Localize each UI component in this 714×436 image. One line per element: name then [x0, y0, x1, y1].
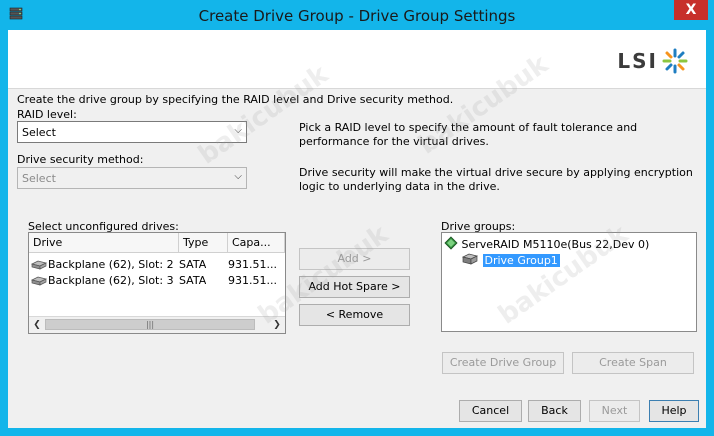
chevron-down-icon: ⌵: [234, 171, 242, 182]
raid-level-value: Select: [22, 126, 56, 139]
drive-type: SATA: [179, 274, 207, 287]
column-header-capacity[interactable]: Capa...: [228, 233, 285, 253]
controller-label: ServeRAID M5110e(Bus 22,Dev 0): [461, 238, 650, 251]
close-button[interactable]: X: [674, 0, 708, 20]
controller-node[interactable]: ServeRAID M5110e(Bus 22,Dev 0): [444, 236, 649, 251]
next-button[interactable]: Next: [589, 400, 640, 422]
column-header-drive[interactable]: Drive: [29, 233, 179, 253]
title-bar[interactable]: Create Drive Group - Drive Group Setting…: [0, 0, 714, 30]
add-hot-spare-button[interactable]: Add Hot Spare >: [299, 276, 410, 298]
raid-level-help: Pick a RAID level to specify the amount …: [299, 121, 638, 148]
controller-icon: [444, 236, 458, 250]
raid-level-label: RAID level:: [17, 108, 77, 121]
drive-capacity: 931.51...: [228, 274, 277, 287]
raid-level-select[interactable]: Select ⌵: [17, 121, 247, 143]
drive-icon: [31, 260, 47, 270]
add-button[interactable]: Add >: [299, 248, 410, 270]
horizontal-scrollbar[interactable]: ❮ ||| ❯: [29, 316, 285, 333]
drive-icon: [31, 276, 47, 286]
chevron-down-icon: ⌵: [234, 125, 242, 136]
drive-type: SATA: [179, 258, 207, 271]
header-banner: LSI: [8, 30, 706, 89]
drive-name: Backplane (62), Slot: 2: [48, 258, 174, 271]
drive-group-label: Drive Group1: [482, 254, 560, 267]
table-row[interactable]: Backplane (62), Slot: 3 SATA 931.51...: [29, 273, 285, 289]
drive-groups-tree[interactable]: ServeRAID M5110e(Bus 22,Dev 0) Drive Gro…: [441, 232, 697, 332]
window-title: Create Drive Group - Drive Group Setting…: [198, 7, 516, 25]
back-button[interactable]: Back: [528, 400, 581, 422]
drive-capacity: 931.51...: [228, 258, 277, 271]
help-button[interactable]: Help: [649, 400, 699, 422]
security-method-label: Drive security method:: [17, 153, 144, 166]
intro-text: Create the drive group by specifying the…: [17, 93, 454, 106]
dialog-window: Create Drive Group - Drive Group Setting…: [0, 0, 714, 436]
column-header-type[interactable]: Type: [179, 233, 228, 253]
lsi-logo: LSI: [617, 48, 688, 74]
remove-button[interactable]: < Remove: [299, 304, 410, 326]
create-span-button[interactable]: Create Span: [572, 352, 694, 374]
lsi-starburst-icon: [662, 48, 688, 74]
drive-name: Backplane (62), Slot: 3: [48, 274, 174, 287]
dialog-body: LSI Create the drive group by specifying…: [8, 30, 706, 428]
security-method-help: Drive security will make the virtual dri…: [299, 166, 693, 193]
scroll-right-icon[interactable]: ❯: [270, 318, 284, 332]
cancel-button[interactable]: Cancel: [459, 400, 522, 422]
drive-group-node[interactable]: Drive Group1: [461, 252, 560, 267]
security-method-select[interactable]: Select ⌵: [17, 167, 247, 189]
create-drive-group-button[interactable]: Create Drive Group: [442, 352, 564, 374]
drive-group-icon: [461, 253, 479, 265]
security-method-value: Select: [22, 172, 56, 185]
unconfigured-drives-list[interactable]: Drive Type Capa... Backplane (62), Slot:…: [28, 232, 286, 334]
scroll-thumb[interactable]: |||: [45, 319, 255, 330]
scroll-left-icon[interactable]: ❮: [30, 318, 44, 332]
table-row[interactable]: Backplane (62), Slot: 2 SATA 931.51...: [29, 257, 285, 273]
